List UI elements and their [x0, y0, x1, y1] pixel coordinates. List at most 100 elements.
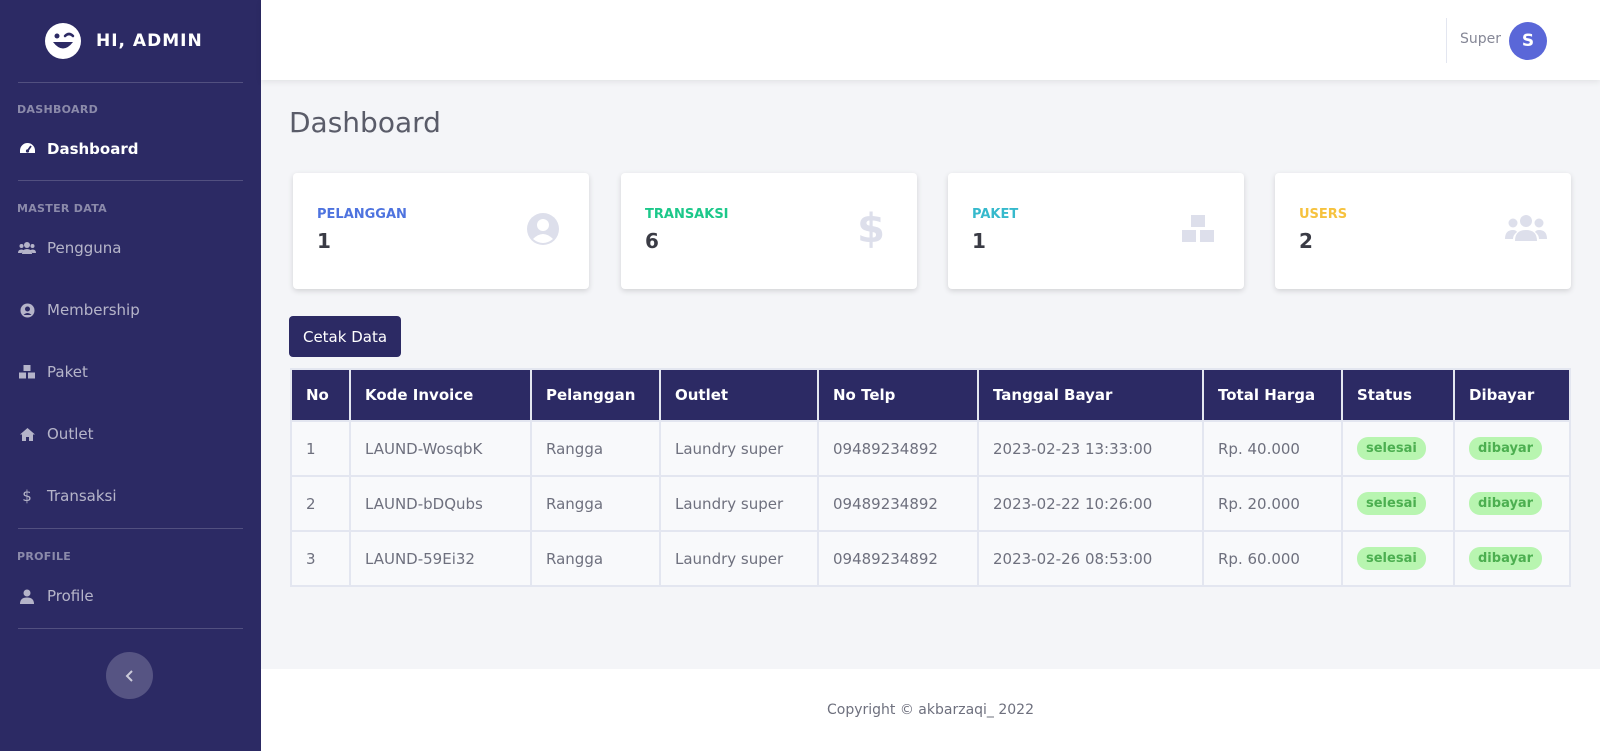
- user-icon: [18, 587, 36, 605]
- user-circle-icon: [18, 301, 36, 319]
- cell-payment-date: 2023-02-22 10:26:00: [977, 475, 1204, 532]
- transactions-table: No Kode Invoice Pelanggan Outlet No Telp…: [290, 368, 1571, 587]
- cell-payment-date: 2023-02-23 13:33:00: [977, 420, 1204, 477]
- cell-paid: dibayar: [1453, 420, 1571, 477]
- card-value: 1: [317, 229, 331, 253]
- copyright-text: Copyright © akbarzaqi_ 2022: [827, 702, 1034, 718]
- cell-status: selesai: [1341, 530, 1455, 587]
- column-header: Status: [1341, 368, 1455, 422]
- users-icon: [18, 239, 36, 257]
- cell-outlet: Laundry super: [659, 420, 819, 477]
- dollar-icon: $: [857, 206, 885, 252]
- table-row: 2 LAUND-bDQubs Rangga Laundry super 0948…: [290, 475, 1571, 532]
- user-name[interactable]: Super: [1460, 31, 1501, 47]
- sidebar: HI, ADMIN DASHBOARD Dashboard MASTER DAT…: [0, 0, 261, 751]
- card-label: PELANGGAN: [317, 207, 407, 222]
- topbar: Super S: [261, 0, 1600, 80]
- sidebar-item-label: Pengguna: [47, 239, 122, 257]
- cell-no: 1: [290, 420, 351, 477]
- card-label: USERS: [1299, 207, 1348, 222]
- card-value: 1: [972, 229, 986, 253]
- column-header: Tanggal Bayar: [977, 368, 1204, 422]
- sidebar-divider: [18, 82, 243, 83]
- cell-customer: Rangga: [530, 420, 661, 477]
- sidebar-divider: [18, 528, 243, 529]
- sidebar-item-profile[interactable]: Profile: [0, 584, 261, 608]
- cell-customer: Rangga: [530, 530, 661, 587]
- cell-total: Rp. 20.000: [1202, 475, 1343, 532]
- cell-outlet: Laundry super: [659, 530, 819, 587]
- cell-invoice: LAUND-59Ei32: [349, 530, 532, 587]
- sidebar-item-label: Profile: [47, 587, 94, 605]
- brand[interactable]: HI, ADMIN: [0, 0, 261, 82]
- card-paket: PAKET 1: [948, 173, 1244, 289]
- cell-paid: dibayar: [1453, 475, 1571, 532]
- laugh-wink-icon: [45, 23, 81, 59]
- cell-payment-date: 2023-02-26 08:53:00: [977, 530, 1204, 587]
- brand-title: HI, ADMIN: [96, 31, 203, 51]
- cell-no: 2: [290, 475, 351, 532]
- cell-invoice: LAUND-WosqbK: [349, 420, 532, 477]
- cell-status: selesai: [1341, 475, 1455, 532]
- avatar[interactable]: S: [1509, 22, 1547, 60]
- sidebar-item-pengguna[interactable]: Pengguna: [0, 236, 261, 260]
- cell-phone: 09489234892: [817, 420, 979, 477]
- sidebar-item-outlet[interactable]: Outlet: [0, 422, 261, 446]
- cell-status: selesai: [1341, 420, 1455, 477]
- card-pelanggan: PELANGGAN 1: [293, 173, 589, 289]
- paid-badge: dibayar: [1469, 492, 1543, 515]
- table-header-row: No Kode Invoice Pelanggan Outlet No Telp…: [290, 368, 1571, 422]
- sidebar-divider: [18, 628, 243, 629]
- cell-customer: Rangga: [530, 475, 661, 532]
- user-circle-icon: [527, 213, 559, 245]
- paid-badge: dibayar: [1469, 547, 1543, 570]
- sidebar-toggle-button[interactable]: [106, 652, 153, 699]
- status-badge: selesai: [1357, 492, 1426, 515]
- home-icon: [18, 425, 36, 443]
- tachometer-icon: [18, 140, 36, 158]
- cubes-icon: [18, 363, 36, 381]
- sidebar-heading-dashboard: DASHBOARD: [17, 103, 99, 116]
- card-value: 2: [1299, 229, 1313, 253]
- sidebar-item-paket[interactable]: Paket: [0, 360, 261, 384]
- sidebar-item-label: Dashboard: [47, 140, 139, 158]
- sidebar-item-transaksi[interactable]: $ Transaksi: [0, 484, 261, 508]
- card-label: TRANSAKSI: [645, 207, 729, 222]
- page-title: Dashboard: [289, 106, 441, 139]
- cubes-icon: [1182, 215, 1214, 242]
- sidebar-item-label: Paket: [47, 363, 88, 381]
- cell-paid: dibayar: [1453, 530, 1571, 587]
- status-badge: selesai: [1357, 437, 1426, 460]
- paid-badge: dibayar: [1469, 437, 1543, 460]
- print-data-button[interactable]: Cetak Data: [289, 316, 401, 357]
- column-header: No: [290, 368, 351, 422]
- card-label: PAKET: [972, 207, 1019, 222]
- column-header: No Telp: [817, 368, 979, 422]
- sidebar-heading-profile: PROFILE: [17, 550, 72, 563]
- sidebar-heading-master-data: MASTER DATA: [17, 202, 107, 215]
- users-icon: [1505, 215, 1547, 241]
- sidebar-item-label: Membership: [47, 301, 140, 319]
- column-header: Pelanggan: [530, 368, 661, 422]
- sidebar-item-dashboard[interactable]: Dashboard: [0, 137, 261, 161]
- footer: Copyright © akbarzaqi_ 2022: [261, 669, 1600, 751]
- cell-outlet: Laundry super: [659, 475, 819, 532]
- cell-no: 3: [290, 530, 351, 587]
- status-badge: selesai: [1357, 547, 1426, 570]
- column-header: Dibayar: [1453, 368, 1571, 422]
- column-header: Outlet: [659, 368, 819, 422]
- sidebar-divider: [18, 180, 243, 181]
- cell-phone: 09489234892: [817, 475, 979, 532]
- cell-total: Rp. 40.000: [1202, 420, 1343, 477]
- sidebar-item-label: Outlet: [47, 425, 94, 443]
- table-row: 3 LAUND-59Ei32 Rangga Laundry super 0948…: [290, 530, 1571, 587]
- sidebar-item-membership[interactable]: Membership: [0, 298, 261, 322]
- cell-invoice: LAUND-bDQubs: [349, 475, 532, 532]
- chevron-left-icon: [125, 669, 133, 682]
- card-transaksi: TRANSAKSI 6 $: [621, 173, 917, 289]
- card-users: USERS 2: [1275, 173, 1571, 289]
- table-row: 1 LAUND-WosqbK Rangga Laundry super 0948…: [290, 420, 1571, 477]
- topbar-divider: [1446, 18, 1447, 63]
- sidebar-item-label: Transaksi: [47, 487, 117, 505]
- cell-phone: 09489234892: [817, 530, 979, 587]
